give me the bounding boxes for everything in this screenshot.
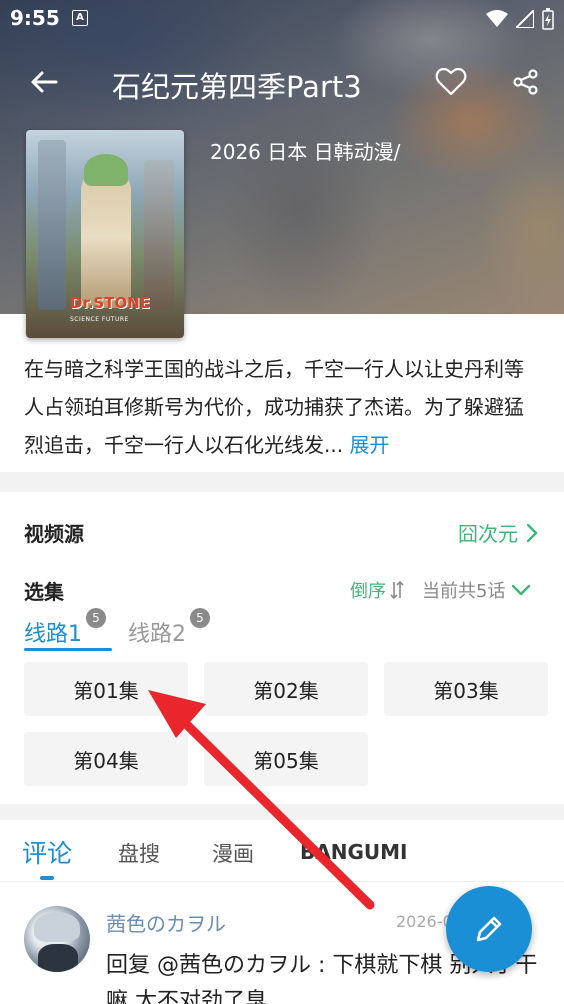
line-1-label: 线路1 bbox=[24, 622, 82, 647]
heart-icon bbox=[435, 68, 467, 96]
poster-logo: Dr.STONE bbox=[70, 294, 150, 312]
arrow-left-icon bbox=[31, 71, 58, 93]
description: 在与暗之科学王国的战斗之后，千空一行人以让史丹利等人占领珀耳修斯号为代价，成功捕… bbox=[24, 350, 540, 464]
video-source-selector[interactable]: 囧次元 bbox=[458, 518, 538, 547]
description-text: 在与暗之科学王国的战斗之后，千空一行人以让史丹利等人占领珀耳修斯号为代价，成功捕… bbox=[24, 357, 524, 457]
expand-link[interactable]: 展开 bbox=[349, 433, 389, 457]
avatar-body bbox=[38, 944, 78, 972]
avatar[interactable] bbox=[24, 906, 90, 972]
episode-button-04[interactable]: 第04集 bbox=[24, 732, 188, 786]
top-app-bar: 石纪元第四季Part3 bbox=[0, 52, 564, 112]
tab-manga[interactable]: 漫画 bbox=[212, 838, 254, 868]
line-1-badge: 5 bbox=[86, 608, 106, 628]
notification-a-icon: A bbox=[72, 10, 88, 26]
favorite-button[interactable] bbox=[432, 64, 470, 100]
anime-meta: 2026 日本 日韩动漫/ bbox=[210, 140, 401, 164]
poster-character-hair bbox=[84, 154, 128, 186]
episode-count-selector[interactable]: 当前共5话 bbox=[422, 577, 531, 603]
tab-bangumi[interactable]: BANGUMI bbox=[300, 840, 407, 864]
reverse-order-label: 倒序 bbox=[350, 581, 386, 602]
line-2-badge: 5 bbox=[190, 608, 210, 628]
poster-image[interactable]: Dr.STONE SCIENCE FUTURE bbox=[26, 130, 184, 338]
line-tab-indicator bbox=[24, 648, 112, 651]
poster-tower-left bbox=[38, 140, 66, 310]
comment-username[interactable]: 茜色のカヲル bbox=[106, 908, 226, 937]
share-button[interactable] bbox=[508, 64, 544, 100]
content-tabs: 评论 盘搜 漫画 BANGUMI bbox=[0, 820, 564, 882]
battery-icon bbox=[542, 8, 554, 30]
poster-character bbox=[81, 168, 131, 308]
pencil-icon bbox=[476, 916, 502, 942]
write-comment-button[interactable] bbox=[446, 886, 532, 972]
page-title: 石纪元第四季Part3 bbox=[112, 70, 362, 104]
share-icon bbox=[513, 69, 538, 95]
episode-count-text: 当前共5话 bbox=[422, 581, 506, 602]
avatar-hair bbox=[34, 912, 80, 942]
episode-button-05[interactable]: 第05集 bbox=[204, 732, 368, 786]
status-icons bbox=[486, 8, 554, 30]
video-source-value: 囧次元 bbox=[458, 522, 518, 546]
tab-pan-search[interactable]: 盘搜 bbox=[118, 838, 160, 868]
chevron-right-icon bbox=[526, 523, 538, 542]
chevron-down-icon bbox=[512, 584, 531, 596]
tab-indicator bbox=[40, 876, 54, 880]
episode-button-02[interactable]: 第02集 bbox=[204, 662, 368, 716]
episode-button-03[interactable]: 第03集 bbox=[384, 662, 548, 716]
poster-subtitle: SCIENCE FUTURE bbox=[70, 316, 129, 323]
source-episodes-card: 视频源 囧次元 选集 倒序 当前共5话 线路1 5 线路2 5 第01集 第02… bbox=[0, 492, 564, 804]
tab-line-2[interactable]: 线路2 5 bbox=[128, 608, 210, 648]
wifi-icon bbox=[486, 10, 508, 27]
episode-button-01[interactable]: 第01集 bbox=[24, 662, 188, 716]
reverse-order-button[interactable]: 倒序 bbox=[350, 577, 405, 603]
back-button[interactable] bbox=[26, 64, 62, 100]
poster-tower-right bbox=[144, 160, 174, 310]
comment-date: 2026-0 bbox=[396, 912, 453, 931]
status-time: 9:55 bbox=[10, 6, 60, 30]
video-source-label: 视频源 bbox=[24, 522, 84, 546]
line-2-label: 线路2 bbox=[128, 622, 186, 647]
tab-comments[interactable]: 评论 bbox=[22, 834, 72, 870]
sort-icon bbox=[390, 580, 404, 600]
signal-icon bbox=[516, 10, 534, 28]
status-bar: 9:55 A bbox=[0, 0, 564, 40]
tab-line-1[interactable]: 线路1 5 bbox=[24, 608, 106, 648]
episodes-label: 选集 bbox=[24, 580, 64, 604]
